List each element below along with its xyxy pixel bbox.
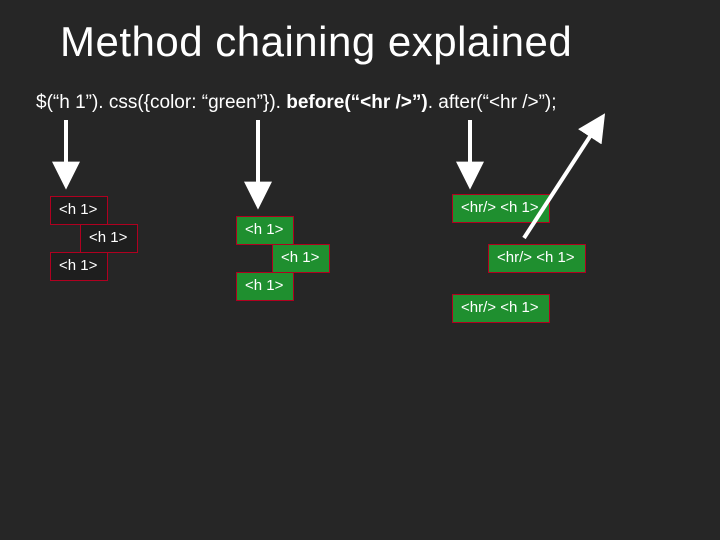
h1-box-b1: <h 1> xyxy=(236,216,294,245)
h1-box-a3: <h 1> xyxy=(50,252,108,281)
hr-h1-box-c1: <hr/> <h 1> xyxy=(452,194,550,223)
h1-box-a1: <h 1> xyxy=(50,196,108,225)
code-line: $(“h 1”). css({color: “green”}). before(… xyxy=(36,92,557,114)
code-seg-2: . after(“<hr />”); xyxy=(428,92,557,113)
code-seg-1: $(“h 1”). css({color: “green”}). xyxy=(36,92,286,113)
hr-h1-box-c2: <hr/> <h 1> xyxy=(488,244,586,273)
h1-box-a2: <h 1> xyxy=(80,224,138,253)
h1-box-b2: <h 1> xyxy=(272,244,330,273)
code-bold: before(“<hr />”) xyxy=(286,92,427,113)
h1-box-b3: <h 1> xyxy=(236,272,294,301)
hr-h1-box-c3: <hr/> <h 1> xyxy=(452,294,550,323)
slide-title: Method chaining explained xyxy=(60,18,572,66)
